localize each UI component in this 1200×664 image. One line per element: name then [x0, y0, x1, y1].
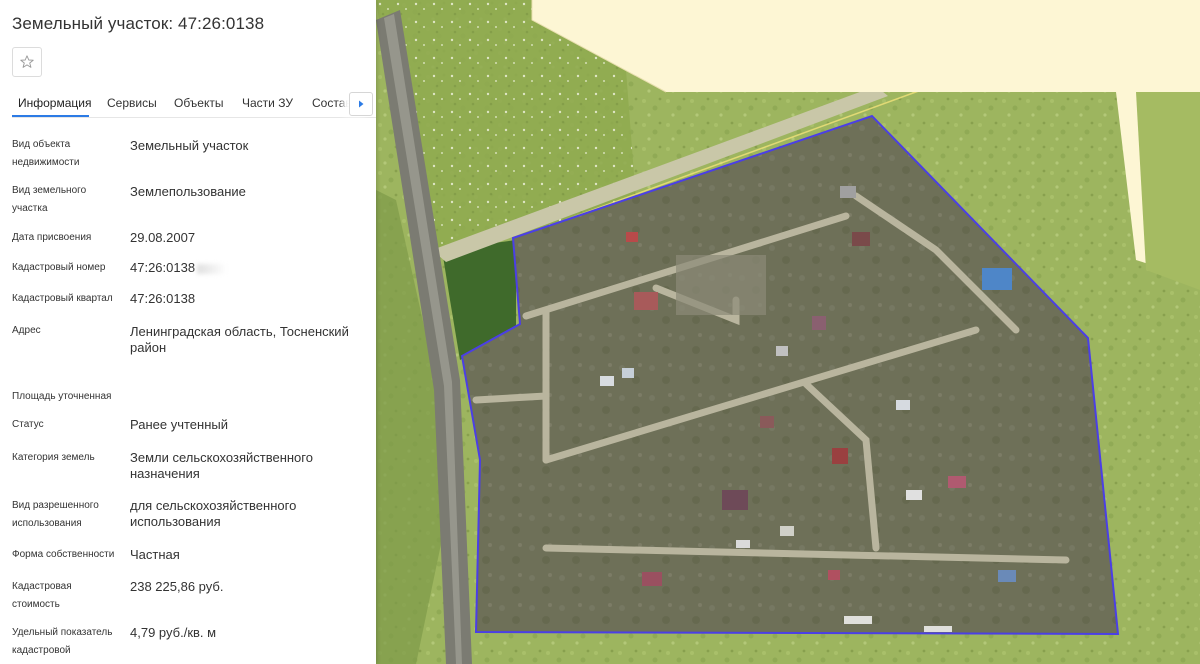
- tab-composition[interactable]: Состав: [312, 96, 352, 110]
- property-value: 238 225,86 руб.: [130, 579, 224, 594]
- caret-right-icon: [359, 100, 364, 108]
- property-value: 4,79 руб./кв. м: [130, 625, 217, 640]
- property-value: 29.08.2007: [130, 230, 196, 245]
- tab-services[interactable]: Сервисы: [107, 96, 157, 110]
- tab-information[interactable]: Информация: [18, 96, 91, 110]
- property-label: Кадастровая стоимость: [12, 581, 72, 610]
- cadastral-number-text: 47:26:0138: [130, 260, 196, 275]
- aerial-imagery: [376, 0, 1200, 664]
- property-value: для сельскохозяйственного использования: [130, 498, 297, 529]
- property-label: Вид объекта недвижимости: [12, 139, 80, 168]
- property-label: Адрес: [12, 325, 41, 336]
- property-value: Землепользование: [130, 184, 246, 199]
- favorite-button[interactable]: [12, 47, 42, 77]
- tabs-scroll-right-button[interactable]: [349, 92, 373, 116]
- property-label: Кадастровый номер: [12, 262, 106, 273]
- property-label: Статус: [12, 419, 44, 430]
- property-value: Земли сельскохозяйственного назначения: [130, 450, 313, 481]
- property-value: 47:26:0138: [130, 260, 365, 276]
- info-panel: Земельный участок: 47:26:0138 Информация…: [0, 0, 376, 664]
- property-label: Удельный показатель кадастровой: [12, 627, 113, 656]
- map-view[interactable]: [376, 0, 1200, 664]
- page-title: Земельный участок: 47:26:0138: [12, 14, 265, 33]
- tab-parcel-parts[interactable]: Части ЗУ: [242, 96, 293, 110]
- property-label: Дата присвоения: [12, 232, 92, 243]
- property-label: Вид земельного участка: [12, 185, 87, 214]
- tab-bar: Информация Сервисы Объекты Части ЗУ Сост…: [12, 88, 376, 118]
- property-value: Ленинградская область, Тосненский район: [130, 324, 349, 355]
- property-value: 47:26:0138: [130, 291, 196, 306]
- property-label: Категория земель: [12, 452, 95, 463]
- property-value: Частная: [130, 547, 180, 562]
- redacted-mark: [197, 263, 228, 274]
- star-outline-icon: [20, 55, 34, 68]
- tab-objects[interactable]: Объекты: [174, 96, 224, 110]
- active-tab-indicator: [12, 115, 89, 117]
- property-value: Земельный участок: [130, 138, 249, 153]
- property-label: Площадь уточненная: [12, 391, 112, 402]
- property-value: Ранее учтенный: [130, 417, 228, 432]
- property-label: Кадастровый квартал: [12, 293, 113, 304]
- property-label: Вид разрешенного использования: [12, 500, 99, 529]
